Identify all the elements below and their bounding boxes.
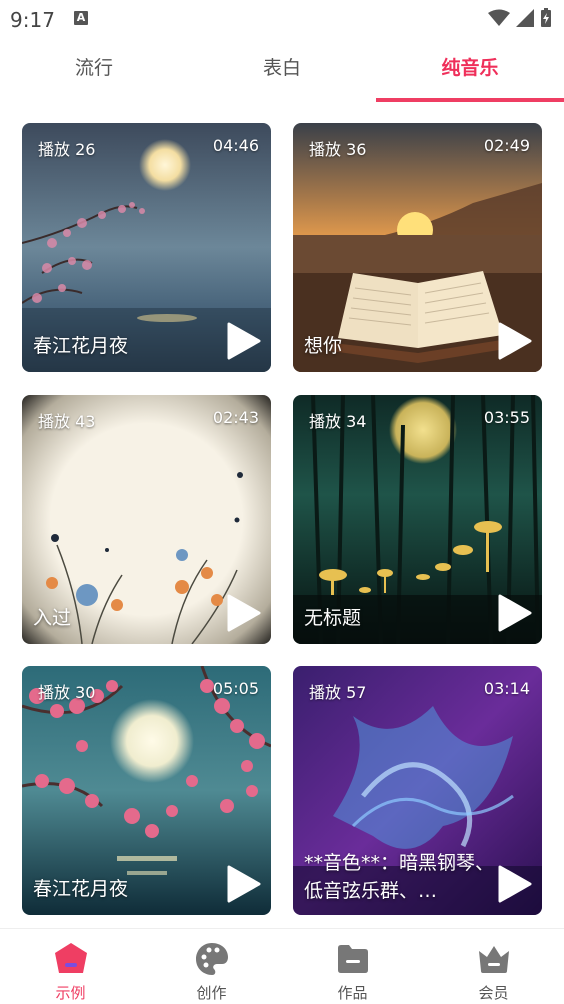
- duration: 02:43: [212, 408, 259, 427]
- duration: 03:14: [483, 679, 530, 698]
- play-icon[interactable]: [225, 865, 261, 903]
- nav-membership[interactable]: 会员: [423, 929, 564, 1004]
- song-title: 想你: [304, 335, 343, 357]
- play-count: 播放 34: [309, 412, 367, 431]
- nav-works[interactable]: 作品: [282, 929, 423, 1004]
- play-count: 播放 43: [38, 412, 96, 431]
- song-title: 无标题: [304, 607, 362, 629]
- play-count: 播放 57: [309, 683, 367, 702]
- battery-icon: [541, 8, 551, 27]
- tab-pure-music[interactable]: 纯音乐: [376, 46, 564, 102]
- crown-icon: [478, 946, 509, 973]
- song-title: 春江花月夜: [33, 335, 129, 357]
- duration: 02:49: [483, 136, 530, 155]
- play-count: 播放 30: [38, 683, 96, 702]
- music-card[interactable]: 播放 26 04:46 春江花月夜: [22, 123, 271, 372]
- status-time: 9:17: [10, 8, 55, 32]
- play-icon[interactable]: [496, 865, 532, 903]
- bottom-navigation: 示例 创作 作品 会员: [0, 928, 564, 1004]
- play-icon[interactable]: [496, 594, 532, 632]
- music-card[interactable]: 播放 57 03:14 **音色**：暗黑钢琴、低音弦乐群、…: [293, 666, 542, 915]
- play-icon[interactable]: [225, 594, 261, 632]
- nav-label: 创作: [196, 984, 227, 1002]
- duration: 04:46: [212, 136, 259, 155]
- nav-label: 作品: [337, 984, 368, 1002]
- play-count: 播放 36: [309, 140, 367, 159]
- music-card[interactable]: 播放 43 02:43 入过: [22, 395, 271, 644]
- song-title: 春江花月夜: [33, 878, 129, 900]
- music-card[interactable]: 播放 36 02:49 想你: [293, 123, 542, 372]
- music-card[interactable]: 播放 30 05:05 春江花月夜: [22, 666, 271, 915]
- folder-icon: [337, 945, 368, 973]
- nav-label: 会员: [478, 984, 509, 1002]
- cellular-signal-icon: [516, 9, 534, 27]
- wifi-icon: [488, 9, 510, 26]
- play-icon[interactable]: [496, 322, 532, 360]
- duration: 05:05: [212, 679, 259, 698]
- nav-create[interactable]: 创作: [141, 929, 282, 1004]
- status-icons: [488, 8, 552, 28]
- song-title: **音色**：暗黑钢琴、低音弦乐群、…: [304, 852, 494, 902]
- home-icon: [54, 943, 87, 973]
- category-tabs: 流行 表白 纯音乐: [0, 46, 564, 102]
- nav-label: 示例: [55, 984, 86, 1002]
- keyboard-indicator-icon: A: [74, 11, 88, 25]
- music-card[interactable]: 播放 34 03:55 无标题: [293, 395, 542, 644]
- nav-examples[interactable]: 示例: [0, 929, 141, 1004]
- duration: 03:55: [483, 408, 530, 427]
- song-title: 入过: [33, 607, 72, 629]
- tab-confession[interactable]: 表白: [188, 46, 376, 102]
- play-icon[interactable]: [225, 322, 261, 360]
- tab-popular[interactable]: 流行: [0, 46, 188, 102]
- status-bar: 9:17 A: [0, 0, 564, 38]
- play-count: 播放 26: [38, 140, 96, 159]
- palette-icon: [195, 943, 228, 975]
